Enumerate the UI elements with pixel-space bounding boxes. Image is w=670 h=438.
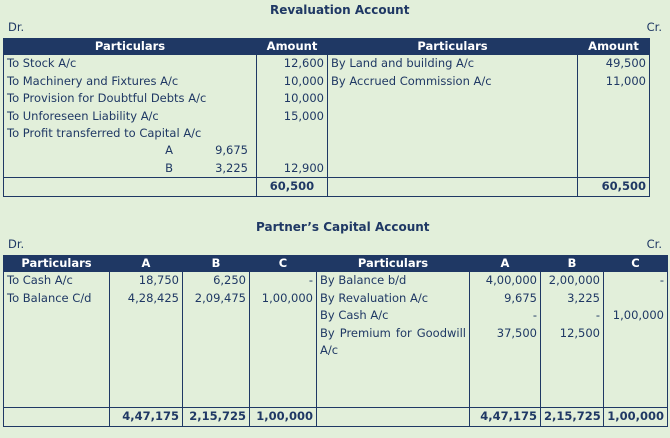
table-row: A 9,675 — [3, 142, 650, 160]
header-particulars-dr: Particulars — [3, 38, 257, 56]
table-row: To Stock A/c 12,600 By Land and building… — [3, 55, 650, 73]
header-c-cr: C — [603, 255, 668, 273]
capital-total-row: 4,47,175 2,15,725 1,00,000 4,47,175 2,15… — [3, 407, 668, 427]
partner-share: 9,675 — [215, 143, 248, 158]
debit-amount: 10,000 — [256, 90, 328, 108]
credit-particular: By Premium for Goodwill A/c — [316, 324, 470, 360]
header-particulars-cr: Particulars — [316, 255, 470, 273]
worksheet: Revaluation Account Dr. Cr. Particulars … — [0, 0, 670, 438]
table-row: To Machinery and Fixtures A/c 10,000 By … — [3, 72, 650, 91]
revaluation-title: Revaluation Account — [270, 3, 410, 17]
credit-b: 3,225 — [540, 289, 604, 308]
table-row: To Cash A/c 18,750 6,250 - By Balance b/… — [3, 272, 668, 290]
table-row: By Cash A/c - - 1,00,000 — [3, 307, 668, 325]
debit-b: 6,250 — [182, 272, 250, 290]
credit-c — [603, 324, 668, 360]
debit-b: 2,09,475 — [182, 289, 250, 308]
credit-b: - — [540, 307, 604, 325]
profit-total: 12,900 — [256, 159, 328, 178]
total-cr-a: 4,47,175 — [469, 407, 541, 427]
debit-particular: To Stock A/c — [3, 55, 257, 73]
revaluation-header-row: Particulars Amount Particulars Amount — [3, 38, 650, 56]
total-dr-b: 2,15,725 — [182, 407, 250, 427]
debit-particular: To Machinery and Fixtures A/c — [3, 72, 257, 91]
credit-a: - — [469, 307, 541, 325]
credit-c: - — [603, 272, 668, 290]
credit-b: 12,500 — [540, 324, 604, 360]
credit-particular: By Balance b/d — [316, 272, 470, 290]
total-dr-c: 1,00,000 — [249, 407, 317, 427]
header-amount-cr: Amount — [577, 38, 650, 56]
credit-particular: By Cash A/c — [316, 307, 470, 325]
header-c-dr: C — [249, 255, 317, 273]
debit-amount: 15,000 — [256, 107, 328, 126]
header-particulars-cr: Particulars — [327, 38, 578, 56]
debit-particular: To Profit transferred to Capital A/c — [3, 125, 257, 143]
blank-row — [3, 359, 668, 408]
table-row: B 3,225 12,900 — [3, 159, 650, 178]
table-row: To Provision for Doubtful Debts A/c 10,0… — [3, 90, 650, 108]
header-particulars-dr: Particulars — [3, 255, 110, 273]
credit-a: 4,00,000 — [469, 272, 541, 290]
debit-particular: To Provision for Doubtful Debts A/c — [3, 90, 257, 108]
debit-particular: To Cash A/c — [3, 272, 110, 290]
table-row: To Balance C/d 4,28,425 2,09,475 1,00,00… — [3, 289, 668, 308]
capital-table: Particulars A B C Particulars A B C To C… — [3, 255, 668, 427]
header-a-cr: A — [469, 255, 541, 273]
capital-cr-label: Cr. — [646, 237, 662, 251]
capital-title: Partner’s Capital Account — [256, 220, 430, 234]
revaluation-table: Particulars Amount Particulars Amount To… — [3, 38, 650, 197]
revaluation-total-row: 60,500 60,500 — [3, 177, 650, 197]
profit-split-a: A 9,675 — [3, 142, 257, 160]
partner-share: 3,225 — [215, 160, 248, 175]
capital-header-row: Particulars A B C Particulars A B C — [3, 255, 668, 273]
table-row: To Profit transferred to Capital A/c — [3, 125, 650, 143]
partner-label: A — [165, 143, 173, 158]
header-b-cr: B — [540, 255, 604, 273]
total-dr: 60,500 — [256, 177, 328, 197]
revaluation-cr-label: Cr. — [646, 20, 662, 34]
credit-particular: By Revaluation A/c — [316, 289, 470, 308]
debit-amount: 10,000 — [256, 72, 328, 91]
credit-particular: By Accrued Commission A/c — [327, 72, 578, 91]
credit-amount: 11,000 — [577, 72, 650, 91]
debit-c: - — [249, 272, 317, 290]
credit-c — [603, 289, 668, 308]
partner-label: B — [165, 160, 173, 175]
total-dr-a: 4,47,175 — [109, 407, 183, 427]
debit-c: 1,00,000 — [249, 289, 317, 308]
credit-a: 37,500 — [469, 324, 541, 360]
debit-particular: To Unforeseen Liability A/c — [3, 107, 257, 126]
header-a-dr: A — [109, 255, 183, 273]
revaluation-dr-label: Dr. — [8, 20, 25, 34]
credit-a: 9,675 — [469, 289, 541, 308]
header-b-dr: B — [182, 255, 250, 273]
debit-amount: 12,600 — [256, 55, 328, 73]
debit-particular: To Balance C/d — [3, 289, 110, 308]
credit-particular: By Land and building A/c — [327, 55, 578, 73]
debit-a: 4,28,425 — [109, 289, 183, 308]
debit-amount — [256, 125, 328, 143]
capital-dr-label: Dr. — [8, 237, 25, 251]
table-row: To Unforeseen Liability A/c 15,000 — [3, 107, 650, 126]
profit-split-b: B 3,225 — [3, 159, 257, 178]
total-cr: 60,500 — [577, 177, 650, 197]
credit-c: 1,00,000 — [603, 307, 668, 325]
total-cr-c: 1,00,000 — [603, 407, 668, 427]
header-amount-dr: Amount — [256, 38, 328, 56]
credit-b: 2,00,000 — [540, 272, 604, 290]
total-cr-b: 2,15,725 — [540, 407, 604, 427]
credit-amount: 49,500 — [577, 55, 650, 73]
debit-a: 18,750 — [109, 272, 183, 290]
table-row: By Premium for Goodwill A/c 37,500 12,50… — [3, 324, 668, 360]
